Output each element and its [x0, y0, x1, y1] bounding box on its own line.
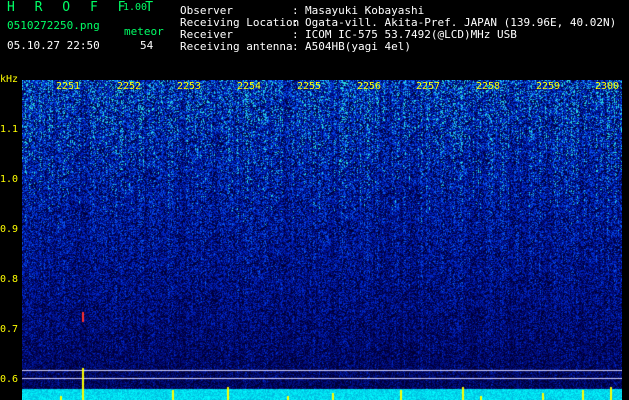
meteor-count: 54	[140, 39, 154, 52]
datetime-label: 05.10.27 22:50	[7, 39, 100, 52]
mode-label: meteor	[124, 25, 164, 38]
antenna-sep: :	[292, 40, 299, 53]
y-tick-label: 0.9	[0, 224, 19, 235]
x-tick-label: 2252	[117, 81, 142, 92]
x-tick-label: 2254	[237, 81, 262, 92]
x-tick-label: 2259	[536, 81, 561, 92]
spectrogram-plot	[22, 80, 622, 400]
app-version: 1.00	[123, 2, 148, 13]
x-tick-label: 2257	[416, 81, 441, 92]
x-tick-label: 2253	[177, 81, 202, 92]
x-tick-label: 2258	[476, 81, 501, 92]
y-tick-label: 0.8	[0, 274, 19, 285]
axis-unit-label: kHz	[0, 74, 19, 85]
x-tick-label: 2251	[56, 81, 81, 92]
filename-label: 0510272250.png	[7, 19, 100, 32]
antenna-key: Receiving antenna	[180, 40, 293, 53]
y-tick-label: 0.7	[0, 324, 19, 335]
spectrogram-canvas	[22, 80, 622, 400]
y-tick-label: 0.6	[0, 374, 19, 385]
antenna-value: A504HB(yagi 4el)	[305, 40, 411, 53]
x-tick-label: 2256	[357, 81, 382, 92]
y-tick-label: 1.1	[0, 124, 19, 135]
y-tick-label: 1.0	[0, 174, 19, 185]
x-tick-label: 2255	[297, 81, 322, 92]
x-tick-label: 2300	[595, 81, 620, 92]
